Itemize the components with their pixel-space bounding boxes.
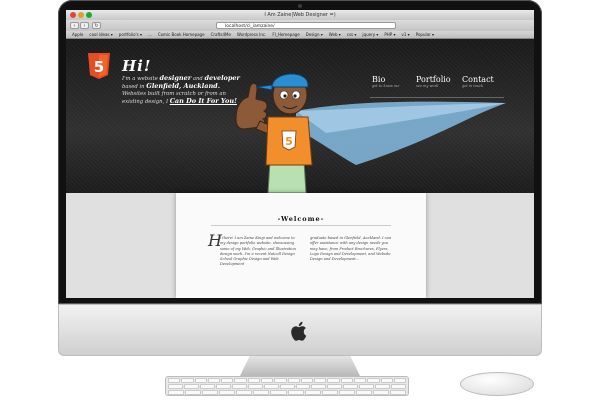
nav-portfolio[interactable]: Portfolio see my work [416,75,451,88]
keyboard [165,376,409,396]
nav-contact[interactable]: Contact get in touch [462,75,494,88]
close-window-icon[interactable] [70,12,76,18]
address-bar-url: localhost/ci_iamzaine/ [225,24,275,29]
forward-button[interactable]: › [80,22,89,29]
back-button[interactable]: ‹ [70,22,79,29]
imac-stand [240,356,360,376]
address-bar[interactable]: localhost/ci_iamzaine/ [216,22,396,29]
bookmark-item[interactable]: Design ▾ [306,32,323,37]
welcome-heading: -Welcome- [277,215,325,223]
nav-underline [370,97,504,98]
bookmark-item[interactable]: Popular ▾ [416,32,434,37]
zoom-window-icon[interactable] [86,12,92,18]
minimize-window-icon[interactable] [78,12,84,18]
apple-logo-icon [291,321,307,341]
shirt-logo-glyph: 5 [285,135,293,148]
bookmark-item[interactable]: Comic Book Homepage [158,32,205,37]
character-mascot-illustration: 5 [235,73,313,193]
welcome-column-1: i there! I am Zaine Kingi and welcome to… [220,236,296,267]
nav-bio-sub: get to know me [372,84,400,88]
welcome-panel: -Welcome- H i there! I am Zaine Kingi an… [176,193,426,298]
bookmark-item[interactable]: ... [148,32,152,37]
window-title: I Am Zaine|Web Designer =) [264,12,336,18]
bookmark-item[interactable]: Wordpress Inc. [237,32,266,37]
bookmark-item[interactable]: portfolio's ▾ [119,32,142,37]
html5-logo-glyph: 5 [94,58,104,76]
bookmark-item[interactable]: PHP ▾ [384,32,395,37]
html5-logo-icon[interactable]: 5 [88,53,110,83]
bookmark-item[interactable]: Crafts4Me [211,32,231,37]
hero-banner: 5 Hi! I'm a website designer and develop… [66,39,534,193]
camera-dot [298,4,302,8]
bookmark-item[interactable]: Web ▾ [329,32,341,37]
nav-bio[interactable]: Bio get to know me [372,75,399,88]
hero-greeting: Hi! [122,57,152,75]
nav-bio-label: Bio [372,75,386,84]
bookmark-item[interactable]: jquery ▾ [362,32,378,37]
hero-intro: I'm a website designer and developer bas… [122,74,240,106]
bookmark-item[interactable]: v1 ▾ [401,32,409,37]
reload-button[interactable]: ↻ [92,22,101,29]
nav-contact-sub: get in touch [462,84,484,88]
bookmark-item[interactable]: Apple [72,32,83,37]
screen: I Am Zaine|Web Designer =) ‹ › ↻ localho… [66,10,534,298]
nav-contact-label: Contact [462,75,494,84]
magic-mouse [460,372,534,396]
welcome-divider [211,225,391,226]
window-titlebar: I Am Zaine|Web Designer =) [66,10,534,20]
bookmark-item[interactable]: cool ideas ▾ [89,32,112,37]
nav-portfolio-label: Portfolio [416,75,451,84]
bookmarks-bar: Apple cool ideas ▾ portfolio's ▾ ... Com… [66,31,534,39]
nav-portfolio-sub: see my work [416,84,439,88]
welcome-column-2: graduate based in Glenfield, Auckland. I… [310,236,392,262]
bookmark-item[interactable]: css ▾ [347,32,357,37]
bookmark-item[interactable]: FI_Homepage [272,32,299,37]
